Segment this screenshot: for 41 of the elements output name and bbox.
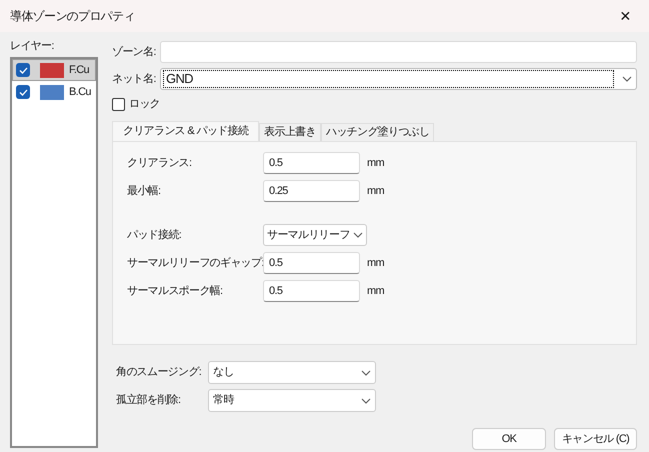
setting-label: パッド接続: — [127, 228, 182, 243]
close-button[interactable]: ✕ — [616, 6, 635, 26]
lock-checkbox[interactable] — [112, 98, 125, 110]
window-title: 導体ゾーンのプロパティ — [10, 8, 135, 25]
setting-label: 最小幅: — [127, 184, 162, 199]
unit-label: mm — [367, 256, 384, 271]
zone-name-field[interactable] — [160, 41, 637, 63]
check-icon — [18, 88, 28, 96]
value-field[interactable]: 0.5 — [263, 152, 360, 174]
net-name-dropdown[interactable]: GND — [160, 68, 637, 90]
tab[interactable]: 表示上書き — [259, 123, 321, 141]
pad-connection-dropdown[interactable]: サーマルリリーフ — [263, 224, 367, 246]
tab[interactable]: クリアランス & パッド接続 — [112, 121, 260, 141]
net-name-label: ネット名: — [112, 72, 157, 87]
tab[interactable]: ハッチング塗りつぶし — [320, 123, 434, 141]
layers-label: レイヤー: — [10, 39, 55, 53]
ok-button[interactable]: OK — [472, 428, 546, 450]
chevron-down-icon — [622, 76, 632, 82]
setting-label: サーマルスポーク幅: — [127, 284, 224, 299]
lock-label: ロック — [129, 96, 160, 112]
chevron-down-icon — [353, 232, 363, 238]
chevron-down-icon — [361, 398, 371, 404]
zone-name-label: ゾーン名: — [112, 44, 157, 60]
value-field[interactable]: 0.25 — [263, 180, 360, 202]
value-field[interactable]: 0.5 — [263, 280, 360, 302]
layer-item[interactable]: B.Cu — [12, 81, 96, 103]
option-dropdown[interactable]: なし — [208, 361, 376, 384]
value-field[interactable]: 0.5 — [263, 252, 360, 274]
option-dropdown[interactable]: 常時 — [208, 389, 376, 412]
chevron-down-icon — [361, 370, 371, 376]
setting-label: クリアランス: — [127, 156, 192, 171]
unit-label: mm — [367, 156, 384, 171]
option-label: 孤立部を削除: — [116, 392, 182, 408]
layer-checkbox[interactable] — [16, 63, 30, 77]
option-label: 角のスムージング: — [116, 365, 202, 380]
check-icon — [18, 66, 28, 74]
cancel-button[interactable]: キャンセル (C) — [554, 428, 637, 450]
layer-checkbox[interactable] — [16, 85, 30, 99]
layer-item[interactable]: F.Cu — [12, 59, 96, 81]
unit-label: mm — [367, 284, 384, 299]
unit-label: mm — [367, 184, 384, 199]
